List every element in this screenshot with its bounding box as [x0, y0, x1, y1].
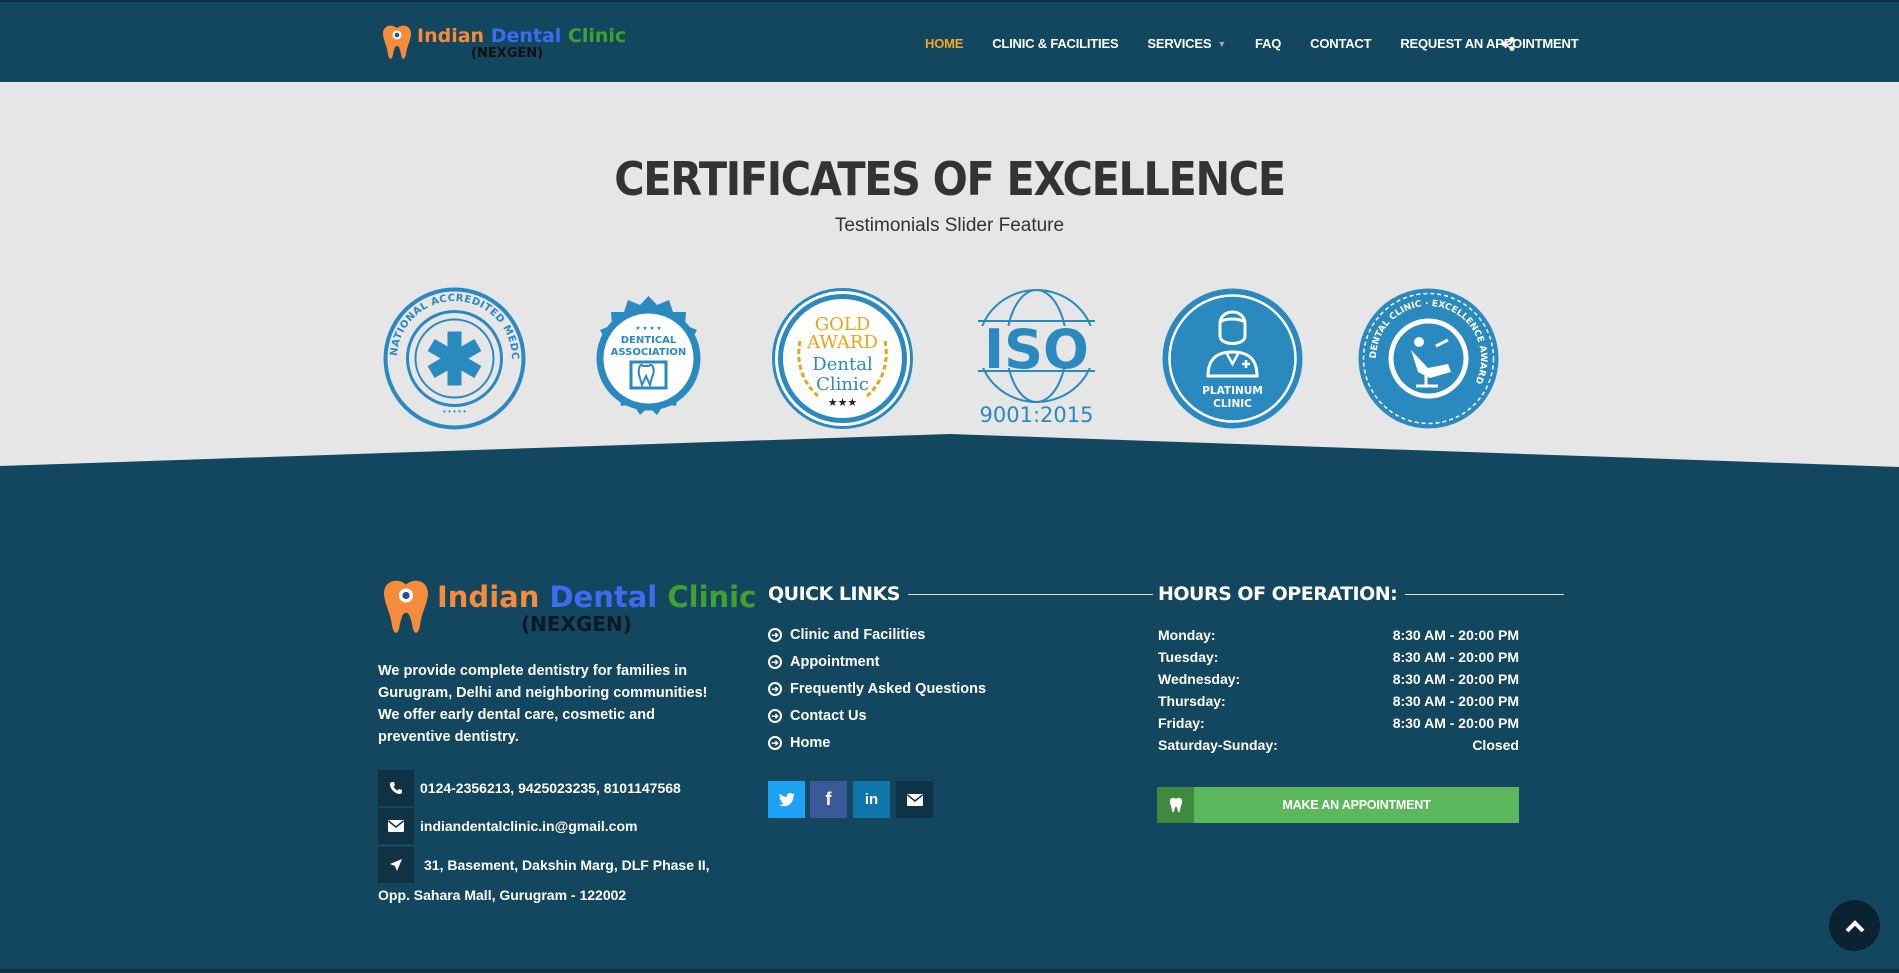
quick-link-label: Frequently Asked Questions: [790, 681, 987, 697]
facebook-button[interactable]: f: [810, 781, 847, 818]
platinum-line2: CLINIC: [1213, 398, 1252, 410]
hours-time: 8:30 AM - 20:00 PM: [1392, 671, 1519, 687]
scroll-to-top-button[interactable]: [1829, 900, 1880, 951]
footer-brand-tagline: (NEXGEN): [521, 612, 632, 636]
iso-line1: ISO: [984, 318, 1089, 381]
svg-text:• • • • •: • • • • •: [443, 407, 466, 416]
hours-row: Wednesday: 8:30 AM - 20:00 PM: [1158, 671, 1519, 687]
dentical-line1: DENTICAL: [621, 335, 677, 346]
gold-award-line4: Clinic: [816, 374, 869, 395]
quick-link-appointment[interactable]: ➜ Appointment: [768, 654, 879, 670]
quick-links-title: QUICK LINKS: [768, 583, 900, 605]
hours-time: 8:30 AM - 20:00 PM: [1392, 693, 1519, 709]
address-line1: 31, Basement, Dakshin Marg, DLF Phase II…: [424, 857, 710, 873]
dentical-line2: ASSOCIATION: [611, 347, 687, 358]
hours-time: 8:30 AM - 20:00 PM: [1392, 649, 1519, 665]
hours-day: Tuesday:: [1158, 649, 1219, 665]
make-appointment-label: MAKE AN APPOINTMENT: [1282, 798, 1431, 812]
platinum-clinic-badge-icon: PLATINUM CLINIC: [1162, 288, 1303, 429]
hours-row: Friday: 8:30 AM - 20:00 PM: [1158, 715, 1519, 731]
address-line2: Opp. Sahara Mall, Gurugram - 122002: [378, 887, 627, 903]
gold-award-line2: AWARD: [806, 332, 878, 353]
hours-day: Saturday-Sunday:: [1158, 737, 1278, 753]
hours-rule: [1405, 593, 1565, 595]
iso-badge-icon: ISO 9001:2015: [968, 289, 1105, 427]
quick-link-home[interactable]: ➜ Home: [768, 735, 830, 751]
quick-link-faq[interactable]: ➜ Frequently Asked Questions: [768, 681, 986, 697]
email-button[interactable]: [896, 781, 933, 818]
hours-row: Tuesday: 8:30 AM - 20:00 PM: [1158, 649, 1519, 665]
hours-row: Monday: 8:30 AM - 20:00 PM: [1158, 627, 1519, 643]
hours-day: Monday:: [1158, 627, 1216, 643]
location-arrow-icon: [378, 847, 414, 883]
quick-link-clinic-facilities[interactable]: ➜ Clinic and Facilities: [768, 627, 925, 643]
bottom-bar: [0, 969, 1899, 973]
phone-numbers[interactable]: 0124-2356213, 9425023235, 8101147568: [420, 780, 681, 796]
quick-links-rule: [907, 593, 1153, 595]
tooth-icon: [1157, 787, 1194, 823]
hours-row: Thursday: 8:30 AM - 20:00 PM: [1158, 693, 1519, 709]
contact-phone: 0124-2356213, 9425023235, 8101147568: [378, 770, 681, 806]
svg-text:★ ★ ★ ★: ★ ★ ★ ★: [635, 325, 662, 332]
hours-title: HOURS OF OPERATION:: [1158, 583, 1398, 605]
gold-award-badge-icon: GOLD AWARD Dental Clinic ★★★: [772, 288, 913, 429]
arrow-circle-icon: ➜: [768, 682, 782, 696]
arrow-circle-icon: ➜: [768, 736, 782, 750]
hours-day: Thursday:: [1158, 693, 1226, 709]
quick-link-label: Appointment: [790, 654, 880, 670]
footer-logo[interactable]: Indian Dental Clinic (NEXGEN): [381, 578, 756, 638]
twitter-button[interactable]: [768, 781, 805, 818]
hours-day: Wednesday:: [1158, 671, 1241, 687]
hours-time: 8:30 AM - 20:00 PM: [1392, 627, 1519, 643]
certificates-subtitle: Testimonials Slider Feature: [834, 215, 1065, 236]
quick-link-label: Home: [790, 735, 831, 751]
linkedin-button[interactable]: in: [853, 781, 890, 818]
footer-brand-word-indian: Indian: [437, 580, 540, 614]
hours-time: Closed: [1472, 737, 1519, 753]
footer-brand-word-clinic: Clinic: [667, 580, 757, 614]
excellence-award-badge-icon: DENTAL CLINIC · EXCELLENCE AWARD: [1358, 288, 1499, 429]
linkedin-icon: in: [864, 791, 879, 808]
gold-award-stars: ★★★: [828, 397, 858, 409]
hours-row: Saturday-Sunday: Closed: [1158, 737, 1519, 753]
make-appointment-button[interactable]: MAKE AN APPOINTMENT: [1157, 787, 1519, 823]
certificates-band-bg: [0, 82, 1899, 467]
contact-address: 31, Basement, Dakshin Marg, DLF Phase II…: [378, 847, 710, 883]
medclinic-badge-icon: INTERNATIONAL ACCREDITED MEDCLINIC • • •…: [382, 286, 526, 430]
gold-award-line3: Dental: [812, 354, 873, 375]
quick-link-label: Contact Us: [790, 708, 867, 724]
platinum-line1: PLATINUM: [1202, 385, 1263, 397]
email-address[interactable]: indiandentalclinic.in@gmail.com: [420, 818, 637, 834]
tooth-logo-icon: [384, 580, 428, 633]
iso-line2: 9001:2015: [980, 403, 1094, 427]
email-icon: [906, 793, 923, 806]
chevron-up-icon: [1845, 919, 1864, 932]
facebook-icon: f: [825, 789, 832, 809]
quick-link-contact[interactable]: ➜ Contact Us: [768, 708, 867, 724]
footer-brand-word-dental: Dental: [549, 580, 658, 614]
arrow-circle-icon: ➜: [768, 655, 782, 669]
hours-heading: HOURS OF OPERATION:: [1158, 583, 1565, 605]
phone-icon: [378, 770, 414, 806]
envelope-icon: [378, 808, 414, 844]
quick-link-label: Clinic and Facilities: [790, 627, 926, 643]
dentical-association-badge-icon: ★ ★ ★ ★ DENTICAL ASSOCIATION: [596, 296, 701, 415]
quick-links-heading: QUICK LINKS: [768, 583, 1153, 605]
arrow-circle-icon: ➜: [768, 628, 782, 642]
arrow-circle-icon: ➜: [768, 709, 782, 723]
contact-email: indiandentalclinic.in@gmail.com: [378, 808, 637, 844]
certificates-title: CERTIFICATES OF EXCELLENCE: [614, 152, 1286, 206]
hours-day: Friday:: [1158, 715, 1205, 731]
hours-time: 8:30 AM - 20:00 PM: [1392, 715, 1519, 731]
twitter-icon: [778, 792, 795, 806]
footer-description: We provide complete dentistry for famili…: [378, 663, 708, 745]
